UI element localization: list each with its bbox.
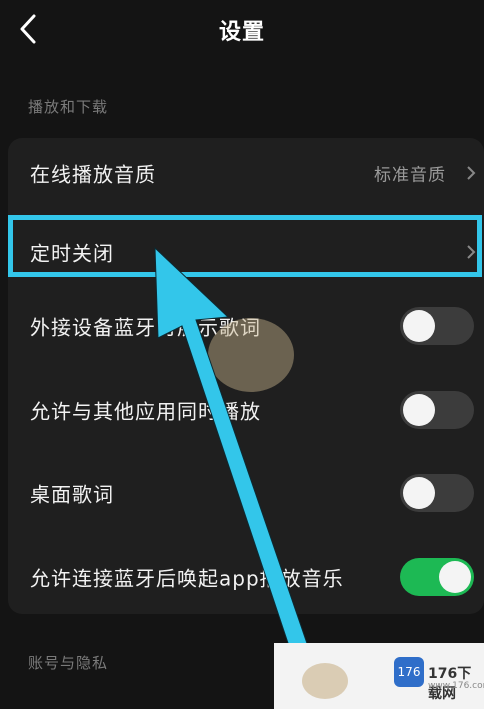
watermark-logo: 176 [394, 657, 424, 687]
annotation-arrow [154, 246, 313, 665]
watermark-url: www.176.com [428, 681, 484, 691]
watermark: 176 176下载网 www.176.com [274, 643, 484, 709]
watermark-mascot-icon [302, 663, 348, 699]
